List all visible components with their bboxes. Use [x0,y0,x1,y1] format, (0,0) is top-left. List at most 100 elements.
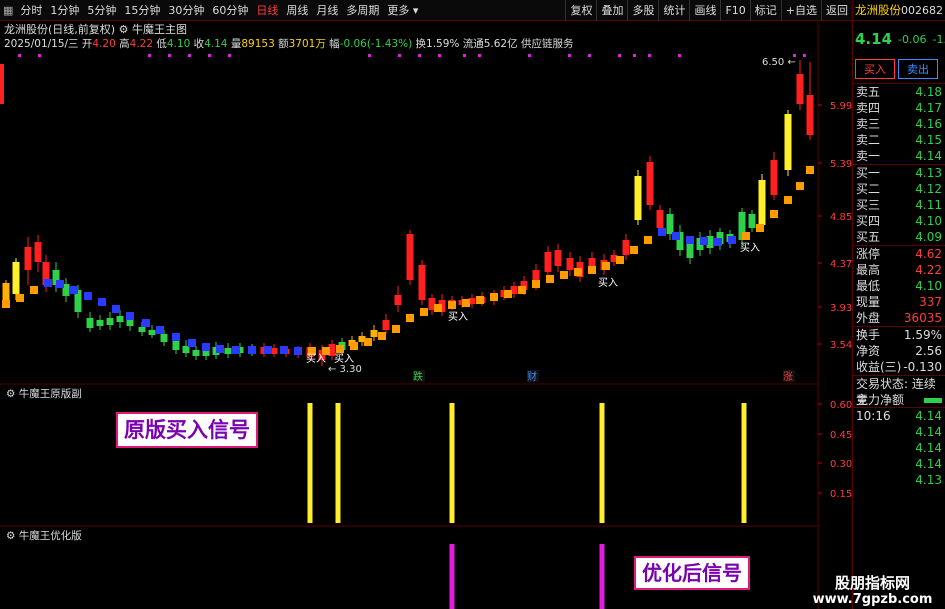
ask-book: 卖五 4.18 卖四 4.17 卖三 4.16 卖二 4.15 卖一 4.14 [853,84,945,165]
tool-button-6[interactable]: 标记 [749,0,781,21]
optimized-signal-bar [449,544,455,609]
tab-period-4[interactable]: 30分钟 [164,2,208,18]
optimized-signal-label: 优化后信号 [634,556,750,590]
low-label: 低 [156,38,167,50]
tab-period-10[interactable]: 更多 ▾ [383,2,422,18]
candle-body [656,210,664,228]
tab-period-6[interactable]: 日线 [252,2,282,18]
ma-band-block [44,279,52,287]
event-marker: 财 [527,370,537,383]
asks-value: 4.14 [915,149,942,163]
ma-band-block [56,280,64,288]
sidebar-title: 龙洲股份 002682 [853,0,945,21]
net-flow-row: 主力净额 [853,392,945,408]
low-price-mark: ← 3.30 [328,364,362,375]
top-signal-dot [633,54,636,57]
main-indicator-name[interactable]: 牛魔王主图 [132,23,187,36]
asks-label: 卖二 [856,133,881,147]
tool-button-3[interactable]: 统计 [658,0,689,21]
bids-row[interactable]: 买一 4.13 [853,165,945,181]
bids-value: 4.12 [915,182,942,196]
stats-row[interactable]: 最高 4.22 [853,262,945,278]
tick-price: 4.14 [915,441,942,455]
tab-period-5[interactable]: 60分钟 [208,2,252,18]
y-tick-label: 4.85 [830,212,852,223]
tool-button-1[interactable]: 叠加 [596,0,627,21]
price-change-pct: -1.43 [932,32,945,46]
top-signal-dot [418,54,421,57]
stats-row[interactable]: 现量 337 [853,294,945,310]
stats-row[interactable]: 最低 4.10 [853,278,945,294]
bids-row[interactable]: 买四 4.10 [853,213,945,229]
ma-band-block [742,232,750,240]
candle-body [192,350,200,356]
ma-band-block [280,346,288,354]
ma-band-block [248,346,256,354]
trade-status-text: 交易状态: 连续竞 [856,377,936,407]
sell-button[interactable]: 卖出 [898,59,938,79]
ma-band-block [784,196,792,204]
buy-button[interactable]: 买入 [855,59,895,79]
top-signal-dot [38,54,41,57]
candle-body [34,242,42,262]
tab-period-3[interactable]: 15分钟 [120,2,164,18]
tab-period-1[interactable]: 1分钟 [46,2,83,18]
ma-band-block [216,345,224,353]
tool-button-7[interactable]: +自选 [780,0,821,21]
candle-body [12,262,20,294]
settings-icon[interactable]: ⚙ [119,23,129,36]
ma-band-block [172,333,180,341]
tool-button-5[interactable]: F10 [720,0,749,21]
grid-icon[interactable]: ▦ [0,4,16,17]
bids-value: 4.10 [915,214,942,228]
top-signal-dot [18,54,21,57]
asks-row[interactable]: 卖一 4.14 [853,148,945,164]
info-bar: 龙洲股份(日线,前复权) ⚙ 牛魔王主图 [0,21,852,38]
tab-period-8[interactable]: 月线 [312,2,342,18]
top-signal-dot [478,54,481,57]
ma-band-block [378,332,386,340]
top-signal-dot [463,54,466,57]
original-signal-bar [599,403,605,523]
stats2-row[interactable]: 换手 1.59% [853,327,945,343]
tool-button-4[interactable]: 画线 [689,0,720,21]
high-price-mark: 6.50 ← [762,57,796,68]
asks-row[interactable]: 卖四 4.17 [853,100,945,116]
stats2-row[interactable]: 收益(三) -0.130 [853,359,945,375]
stats-row[interactable]: 涨停 4.62 [853,246,945,262]
original-signal-label: 原版买入信号 [116,412,258,448]
stock-name: 龙洲股份 [855,3,901,17]
tab-period-2[interactable]: 5分钟 [83,2,120,18]
tool-button-2[interactable]: 多股 [627,0,658,21]
candle-body [148,330,156,335]
bids-label: 买三 [856,198,881,212]
kline-chart-area[interactable]: 5.99 5.39 4.85 4.37 3.93 3.54 0.60 0.45 0.30 0.15… [0,0,852,609]
stats2-row[interactable]: 净资 2.56 [853,343,945,359]
candle-body [96,320,104,326]
bids-row[interactable]: 买三 4.11 [853,197,945,213]
tab-period-9[interactable]: 多周期 [342,2,383,18]
tab-period-7[interactable]: 周线 [282,2,312,18]
candle-body [138,327,146,332]
turnover-value: 换1.59% [415,38,460,50]
bid-book: 买一 4.13 买二 4.12 买三 4.11 买四 4.10 买五 4.09 [853,165,945,246]
bids-row[interactable]: 买五 4.09 [853,229,945,245]
top-signal-dot [208,54,211,57]
net-flow-bar [924,398,942,403]
asks-row[interactable]: 卖二 4.15 [853,132,945,148]
asks-label: 卖四 [856,101,881,115]
tool-button-8[interactable]: 返回 [821,0,852,21]
tool-button-0[interactable]: 复权 [565,0,596,21]
asks-row[interactable]: 卖五 4.18 [853,84,945,100]
ma-band-block [714,238,722,246]
stats-row[interactable]: 外盘 36035 [853,310,945,326]
sub-y-tick-label: 0.15 [830,489,852,500]
bids-value: 4.09 [915,230,942,244]
ma-band-block [336,345,344,353]
bids-row[interactable]: 买二 4.12 [853,181,945,197]
asks-row[interactable]: 卖三 4.16 [853,116,945,132]
candle-body [224,348,232,354]
tab-period-0[interactable]: 分时 [16,2,46,18]
tick-time: 10:16 [856,409,891,423]
candle-body [646,162,654,205]
